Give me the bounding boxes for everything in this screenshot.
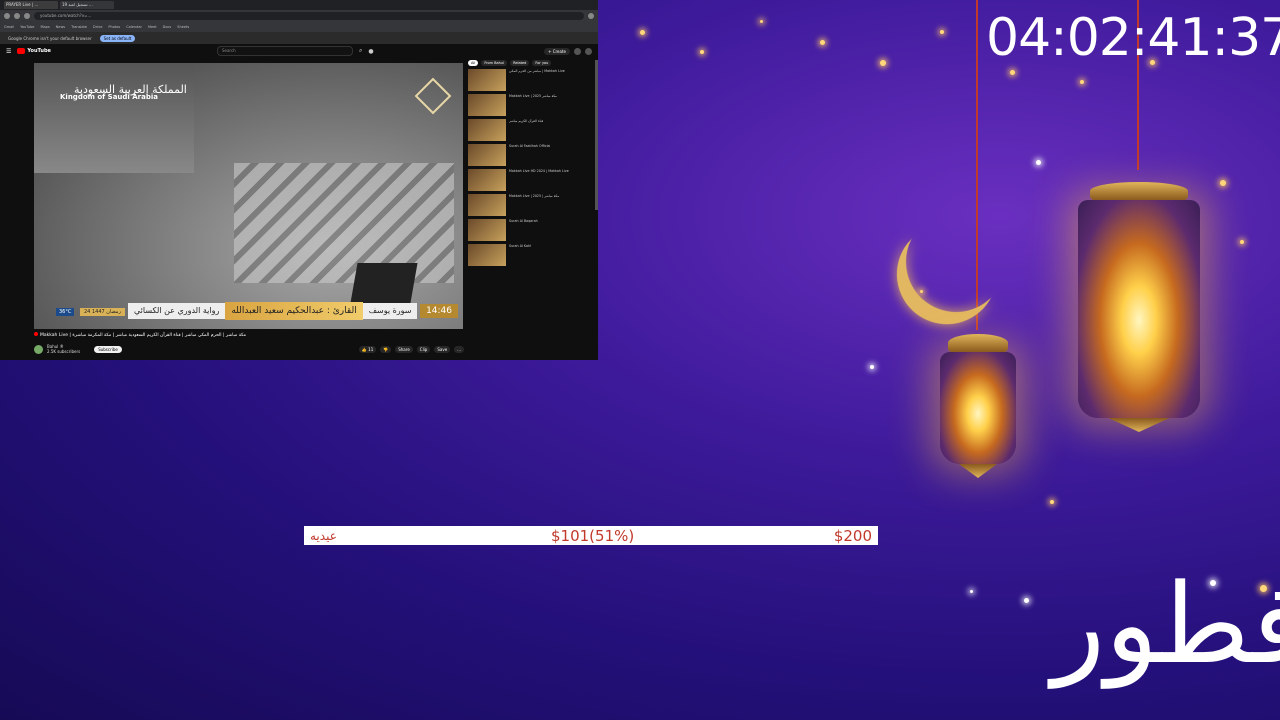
- browser-window: PRAYER Live | ... تسجيل لعبة 19 ... yout…: [0, 0, 598, 360]
- create-button[interactable]: + Create: [544, 47, 570, 55]
- recommendations-sidebar: All From Bahul Related For you مباشر من …: [468, 60, 594, 269]
- default-browser-infobar: Google Chrome isn't your default browser…: [0, 32, 598, 44]
- infobar-text: Google Chrome isn't your default browser: [8, 35, 92, 41]
- list-item[interactable]: Makkah Live HD 2024 | Makkah Live: [468, 169, 594, 191]
- bookmark-item[interactable]: Maps: [40, 25, 49, 29]
- list-item[interactable]: Surah Al Kahf: [468, 244, 594, 266]
- list-item[interactable]: Surah Al Baqarah: [468, 219, 594, 241]
- channel-avatar[interactable]: [34, 344, 43, 354]
- video-thumbnail: [468, 169, 506, 191]
- video-title: Makkah Live | مكة مباشر | الحرم المكي مب…: [34, 332, 464, 338]
- video-scene-plaza: [234, 163, 454, 283]
- reload-icon[interactable]: [24, 13, 30, 19]
- surah-label: سورة يوسف: [362, 303, 418, 319]
- bookmark-item[interactable]: News: [56, 25, 65, 29]
- video-meta: Makkah Live | مكة مباشر | الحرم المكي مب…: [34, 332, 464, 354]
- profile-icon[interactable]: [588, 13, 594, 19]
- dislike-button[interactable]: 👎: [380, 345, 392, 353]
- bookmark-item[interactable]: Sheets: [177, 25, 189, 29]
- video-scene-building: [34, 63, 194, 173]
- date-badge: 24 رمضان 1447: [80, 308, 125, 316]
- tab-0[interactable]: PRAYER Live | ...: [4, 1, 58, 9]
- chip-related[interactable]: Related: [510, 60, 530, 66]
- search-input[interactable]: Search: [216, 46, 353, 56]
- video-thumbnail: [468, 69, 506, 91]
- channel-logo-icon: [414, 77, 452, 115]
- goal-current: $101(51%): [551, 526, 635, 545]
- subscribe-button[interactable]: Subscribe: [94, 345, 122, 353]
- bookmarks-bar: Gmail YouTube Maps News Translate Drive …: [0, 22, 598, 32]
- video-thumbnail: [468, 219, 506, 241]
- tab-1[interactable]: تسجيل لعبة 19 ...: [60, 1, 114, 9]
- video-clock: 14:46: [420, 304, 458, 318]
- search-icon[interactable]: ⌕: [359, 47, 362, 55]
- forward-icon[interactable]: [14, 13, 20, 19]
- lower-third: رواية الدوري عن الكسائي القارئ : عبدالحك…: [128, 301, 458, 321]
- back-icon[interactable]: [4, 13, 10, 19]
- bookmark-item[interactable]: Docs: [163, 25, 172, 29]
- youtube-logo[interactable]: YouTube: [17, 48, 51, 54]
- chip-from-channel[interactable]: From Bahul: [481, 60, 508, 66]
- list-item[interactable]: Surah Al Faatihah Official: [468, 144, 594, 166]
- overlay-country-english: Kingdom of Saudi Arabia: [60, 93, 158, 101]
- reciter-label: القارئ : عبدالحكيم سعيد العبدالله: [225, 302, 363, 320]
- video-thumbnail: [468, 244, 506, 266]
- save-button[interactable]: Save: [434, 345, 451, 353]
- video-thumbnail: [468, 94, 506, 116]
- set-default-button[interactable]: Set as default: [99, 34, 136, 42]
- bookmark-item[interactable]: Drive: [93, 25, 102, 29]
- crescent-moon-icon: [888, 194, 1025, 331]
- video-thumbnail: [468, 194, 506, 216]
- url-field[interactable]: youtube.com/watch?v=...: [34, 12, 584, 20]
- video-thumbnail: [468, 119, 506, 141]
- more-button[interactable]: ...: [454, 345, 464, 353]
- clip-button[interactable]: Clip: [416, 345, 431, 353]
- bookmark-item[interactable]: Translate: [71, 25, 87, 29]
- bookmark-item[interactable]: Gmail: [4, 25, 14, 29]
- share-button[interactable]: Share: [395, 345, 413, 353]
- like-button[interactable]: 👍 11: [358, 345, 377, 353]
- chip-for-you[interactable]: For you: [532, 60, 552, 66]
- bookmark-item[interactable]: Photos: [108, 25, 120, 29]
- page-scrollbar[interactable]: [595, 60, 598, 210]
- mic-icon[interactable]: ●: [368, 48, 373, 55]
- youtube-header: ☰ YouTube Search ⌕ ● + Create: [0, 44, 598, 58]
- video-player[interactable]: المملكة العربية السعودية Kingdom of Saud…: [34, 63, 463, 329]
- notifications-icon[interactable]: [574, 47, 581, 55]
- address-bar: youtube.com/watch?v=...: [0, 10, 598, 22]
- overlay-arabic-text: فطور: [1052, 560, 1280, 688]
- list-item[interactable]: Makkah Live | مكة مباشر | 2025: [468, 194, 594, 216]
- countdown-timer: 04:02:41:37: [986, 8, 1280, 68]
- video-thumbnail: [468, 144, 506, 166]
- subscriber-count: 2.5K subscribers: [47, 349, 81, 354]
- live-icon: [34, 332, 38, 336]
- video-scene-kaaba: [350, 263, 418, 303]
- avatar[interactable]: [585, 47, 592, 55]
- youtube-play-icon: [17, 48, 26, 54]
- tab-bar: PRAYER Live | ... تسجيل لعبة 19 ...: [0, 0, 598, 10]
- donation-goal-bar: عيديه $101(51%) $200: [304, 526, 878, 545]
- chip-all[interactable]: All: [468, 60, 479, 66]
- bookmark-item[interactable]: Calendar: [126, 25, 142, 29]
- goal-label: عيديه: [310, 528, 337, 543]
- menu-icon[interactable]: ☰: [6, 48, 11, 55]
- bookmark-item[interactable]: YouTube: [20, 25, 34, 29]
- lantern-large-icon: [1078, 182, 1200, 418]
- list-item[interactable]: مباشر من الحرم المكي | Makkah Live: [468, 69, 594, 91]
- temperature-badge: 36°C: [56, 308, 75, 316]
- filter-chips: All From Bahul Related For you: [468, 60, 594, 66]
- lantern-small-icon: [940, 334, 1016, 464]
- narration-label: رواية الدوري عن الكسائي: [128, 303, 226, 319]
- list-item[interactable]: قناة القرآن الكريم مباشر: [468, 119, 594, 141]
- bookmark-item[interactable]: Meet: [148, 25, 157, 29]
- list-item[interactable]: Makkah Live | مكة مباشر 2025: [468, 94, 594, 116]
- goal-target: $200: [833, 526, 872, 545]
